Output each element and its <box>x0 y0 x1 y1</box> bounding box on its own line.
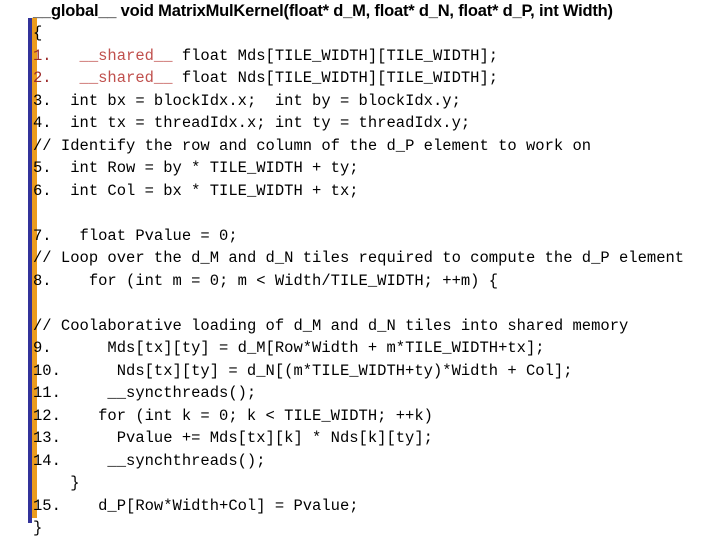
slide-canvas: __global__ void MatrixMulKernel(float* d… <box>0 0 720 540</box>
line-8: 8. for (int m = 0; m < Width/TILE_WIDTH;… <box>33 270 720 293</box>
code-line-text: for (int k = 0; k < TILE_WIDTH; ++k) <box>60 406 433 425</box>
line-close-brace: } <box>33 517 720 540</box>
code-line-text: float Pvalue = 0; <box>51 226 238 245</box>
code-line-number: 14. <box>33 451 61 470</box>
line-3: 3. int bx = blockIdx.x; int by = blockId… <box>33 90 720 113</box>
line-close-inner: } <box>33 472 720 495</box>
code-line-text: { <box>33 24 43 42</box>
code-line-number: 12. <box>33 406 61 425</box>
code-line-number: 8. <box>33 271 52 290</box>
line-comment-2: // Loop over the d_M and d_N tiles requi… <box>33 247 720 270</box>
code-line-number: 5. <box>33 159 52 177</box>
code-line-text: int tx = threadIdx.x; int ty = threadIdx… <box>51 114 471 132</box>
keyword-shared: __shared__ <box>79 69 173 87</box>
code-line-text: __shared__ float Nds[TILE_WIDTH][TILE_WI… <box>79 69 499 87</box>
code-line-number: 13. <box>33 429 61 447</box>
code-line-number: 7. <box>33 226 52 245</box>
code-line-text: } <box>33 519 43 537</box>
line-6: 6. int Col = bx * TILE_WIDTH + tx; <box>33 180 720 203</box>
code-line-number: 9. <box>33 339 52 357</box>
code-line-text: __synchthreads(); <box>60 451 266 470</box>
line-9: 9. Mds[tx][ty] = d_M[Row*Width + m*TILE_… <box>33 337 720 360</box>
code-line-text: int bx = blockIdx.x; int by = blockIdx.y… <box>51 91 461 110</box>
code-line-number: 3. <box>33 91 52 110</box>
code-line-number: 1. <box>33 46 52 65</box>
code-line-text: Mds[tx][ty] = d_M[Row*Width + m*TILE_WID… <box>51 339 545 357</box>
line-1: 1. __shared__ float Mds[TILE_WIDTH][TILE… <box>33 45 720 68</box>
code-line-text: int Col = bx * TILE_WIDTH + tx; <box>51 181 359 200</box>
line-4: 4. int tx = threadIdx.x; int ty = thread… <box>33 112 720 135</box>
code-line-number: 11. <box>33 384 61 402</box>
line-14: 14. __synchthreads(); <box>33 450 720 473</box>
line-11: 11. __syncthreads(); <box>33 382 720 405</box>
keyword-shared: __shared__ <box>79 46 173 65</box>
code-line-number: 15. <box>33 496 61 515</box>
code-line-text: int Row = by * TILE_WIDTH + ty; <box>51 159 359 177</box>
code-line-text: } <box>33 474 80 492</box>
code-line-text: Coolaborative loading of d_M and d_N til… <box>51 316 629 335</box>
line-5: 5. int Row = by * TILE_WIDTH + ty; <box>33 157 720 180</box>
code-line-text: Loop over the d_M and d_N tiles required… <box>51 249 685 267</box>
line-10: 10. Nds[tx][ty] = d_N[(m*TILE_WIDTH+ty)*… <box>33 360 720 383</box>
line-2: 2. __shared__ float Nds[TILE_WIDTH][TILE… <box>33 67 720 90</box>
code-line-number: 6. <box>33 181 52 200</box>
code-line-text: Identify the row and column of the d_P e… <box>51 136 592 155</box>
line-blank-2 <box>33 292 720 315</box>
kernel-signature: __global__ void MatrixMulKernel(float* d… <box>33 2 613 20</box>
code-line-number: 10. <box>33 361 61 380</box>
line-13: 13. Pvalue += Mds[tx][k] * Nds[k][ty]; <box>33 427 720 450</box>
code-line-number: // <box>33 249 52 267</box>
line-15: 15. d_P[Row*Width+Col] = Pvalue; <box>33 495 720 518</box>
line-7: 7. float Pvalue = 0; <box>33 225 720 248</box>
code-line-text: __syncthreads(); <box>60 384 257 402</box>
line-comment-3: // Coolaborative loading of d_M and d_N … <box>33 315 720 338</box>
code-line-number: // <box>33 136 52 155</box>
line-blank-1 <box>33 202 720 225</box>
code-line-text: d_P[Row*Width+Col] = Pvalue; <box>60 496 359 515</box>
line-12: 12. for (int k = 0; k < TILE_WIDTH; ++k) <box>33 405 720 428</box>
code-line-text: Nds[tx][ty] = d_N[(m*TILE_WIDTH+ty)*Widt… <box>60 361 573 380</box>
line-comment-1: // Identify the row and column of the d_… <box>33 135 720 158</box>
code-line-text: __shared__ float Mds[TILE_WIDTH][TILE_WI… <box>79 46 499 65</box>
line-open-brace: { <box>33 22 720 45</box>
code-line-text: for (int m = 0; m < Width/TILE_WIDTH; ++… <box>51 271 499 290</box>
code-line-number: 4. <box>33 114 52 132</box>
code-block: {1. __shared__ float Mds[TILE_WIDTH][TIL… <box>33 22 720 540</box>
code-line-text: Pvalue += Mds[tx][k] * Nds[k][ty]; <box>60 429 433 447</box>
code-line-number: 2. <box>33 69 52 87</box>
code-line-number: // <box>33 316 52 335</box>
